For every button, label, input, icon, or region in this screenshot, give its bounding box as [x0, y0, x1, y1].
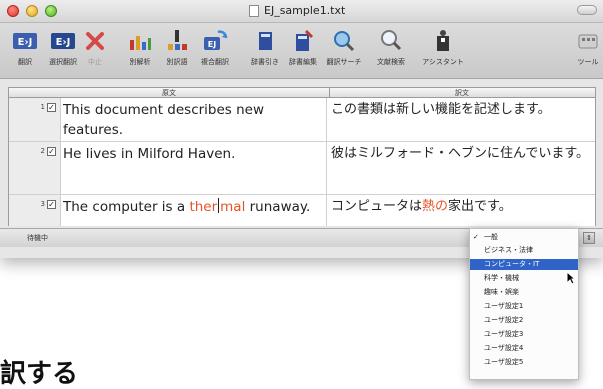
table-row[interactable]: 2 ✓ He lives in Milford Haven. 彼はミルフォード・… — [9, 142, 595, 195]
source-text-start: The computer is a — [63, 199, 190, 215]
menu-item-user3[interactable]: ユーザ設定3 — [470, 329, 578, 340]
category-menu: ✓ 一般 ビジネス・法律 コンピュータ・IT 科学・機械 趣味・娯楽 ユーザ設定1… — [469, 228, 579, 380]
tool-button[interactable]: ツール — [563, 28, 603, 67]
menu-item-user1[interactable]: ユーザ設定1 — [470, 301, 578, 312]
column-divider — [326, 142, 327, 194]
source-column-header[interactable]: 原文 — [9, 88, 330, 98]
assistant-button[interactable]: アシスタント — [418, 28, 468, 67]
translation-table: 1 ✓ This document describes new features… — [8, 98, 596, 226]
row-checkbox[interactable]: ✓ — [47, 200, 56, 209]
literature-search-icon — [381, 30, 402, 51]
compound-translate-label: 複合翻訳 — [201, 58, 229, 66]
literature-search-label: 文献検索 — [377, 58, 405, 66]
menu-item-user4[interactable]: ユーザ設定4 — [470, 343, 578, 354]
column-divider — [326, 98, 327, 141]
dictionary-lookup-icon — [259, 32, 272, 50]
row-number: 3 — [40, 200, 45, 208]
close-button[interactable] — [7, 5, 19, 17]
alt-word-icon — [168, 30, 187, 50]
stop-label: 中止 — [88, 58, 102, 66]
table-header: 原文 訳文 — [8, 87, 596, 98]
minimize-button[interactable] — [26, 5, 38, 17]
row-gutter: 2 ✓ — [9, 142, 61, 194]
translate-search-button[interactable]: 翻訳サーチ — [319, 28, 369, 67]
checkmark-icon: ✓ — [473, 233, 479, 241]
svg-text:EJ: EJ — [208, 40, 216, 49]
translate-icon: E›J — [13, 33, 37, 49]
row-gutter: 1 ✓ — [9, 98, 61, 141]
target-text-end: 家出です。 — [448, 199, 512, 214]
menu-item-general[interactable]: ✓ 一般 — [470, 232, 578, 243]
alt-parse-icon — [130, 36, 151, 50]
target-text-start: コンピュータは — [331, 199, 423, 214]
zoom-button[interactable] — [45, 5, 57, 17]
menu-item-computer-it[interactable]: コンピュータ・IT — [470, 259, 578, 270]
dictionary-edit-icon — [296, 29, 314, 51]
caption-text: 訳する — [0, 359, 79, 389]
svg-text:E›J: E›J — [56, 37, 71, 48]
window-title: EJ_sample1.txt — [264, 4, 346, 17]
row-gutter: 3 ✓ — [9, 195, 61, 226]
source-text[interactable]: The computer is a ther mal runaway. — [63, 197, 325, 217]
tool-icon — [578, 34, 598, 49]
menu-item-user2[interactable]: ユーザ設定2 — [470, 315, 578, 326]
toolbar-toggle-button[interactable] — [577, 5, 597, 15]
assistant-label: アシスタント — [422, 58, 464, 66]
tool-label: ツール — [577, 58, 599, 66]
highlighted-word-part: mal — [220, 199, 246, 215]
translate-search-label: 翻訳サーチ — [326, 58, 362, 66]
target-column-header[interactable]: 訳文 — [329, 88, 595, 98]
target-text[interactable]: 彼はミルフォード・ヘブンに住んでいます。 — [331, 144, 591, 164]
title-bar[interactable]: EJ_sample1.txt — [0, 0, 603, 23]
target-text[interactable]: この書類は新しい機能を記述します。 — [331, 100, 591, 120]
stop-icon — [86, 32, 104, 50]
table-row[interactable]: 3 ✓ The computer is a ther mal runaway. コ… — [9, 195, 595, 226]
row-checkbox[interactable]: ✓ — [47, 103, 56, 112]
menu-item-user5[interactable]: ユーザ設定5 — [470, 357, 578, 368]
table-row[interactable]: 1 ✓ This document describes new features… — [9, 98, 595, 142]
target-text[interactable]: コンピュータは熱の家出です。 — [331, 197, 591, 217]
menu-item-business[interactable]: ビジネス・法律 — [470, 245, 578, 256]
column-divider — [326, 195, 327, 226]
mouse-pointer-icon — [566, 271, 576, 285]
menu-item-science[interactable]: 科学・機械 — [470, 273, 578, 284]
highlighted-translation: 熱の — [422, 199, 449, 214]
source-text-end: runaway. — [245, 199, 311, 215]
category-selector-button[interactable]: ⇕ — [583, 232, 595, 244]
row-number: 2 — [40, 147, 45, 155]
stop-button[interactable]: 中止 — [70, 28, 120, 67]
highlighted-word-part: ther — [189, 199, 218, 215]
document-icon — [249, 5, 259, 17]
translate-search-icon — [334, 31, 355, 52]
assistant-icon — [437, 30, 449, 51]
toolbar: E›J 翻訳 E›J 選択翻訳 中止 別解析 別訳語 EJ 複合翻訳 辞書引き — [0, 23, 603, 79]
row-number: 1 — [40, 103, 45, 111]
text-cursor — [218, 198, 220, 213]
row-checkbox[interactable]: ✓ — [47, 147, 56, 156]
source-text[interactable]: He lives in Milford Haven. — [63, 144, 325, 164]
compound-translate-button[interactable]: EJ 複合翻訳 — [190, 28, 240, 67]
status-text: 待機中 — [27, 234, 48, 242]
svg-text:E›J: E›J — [18, 37, 33, 48]
literature-search-button[interactable]: 文献検索 — [366, 28, 416, 67]
menu-item-hobby[interactable]: 趣味・娯楽 — [470, 287, 578, 298]
source-text[interactable]: This document describes new features. — [63, 100, 325, 140]
translator-window: EJ_sample1.txt E›J 翻訳 E›J 選択翻訳 中止 別解析 別訳… — [0, 0, 603, 258]
compound-translate-icon: EJ — [204, 30, 228, 50]
